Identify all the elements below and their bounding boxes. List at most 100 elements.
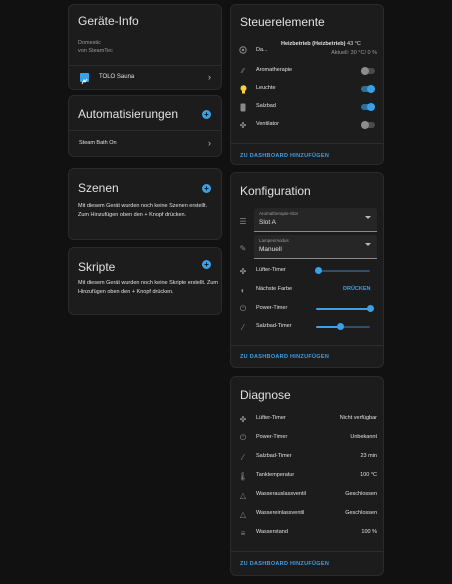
configuration-card: Konfiguration ☰ Aromatherapie-Slot Slot … xyxy=(230,172,384,368)
chevron-right-icon: › xyxy=(208,138,211,148)
lamp-mode-select[interactable]: Lampenmodus Manuell xyxy=(254,235,377,259)
slider-label: Salzbad-Timer xyxy=(256,323,292,329)
power-timer-row: ⏻ Power-Timer xyxy=(231,302,383,316)
ventilator-toggle[interactable] xyxy=(361,121,375,129)
salt-bath-timer-slider[interactable] xyxy=(316,323,370,330)
water-outlet-icon: △ xyxy=(239,490,247,500)
toggle-label: Ventilator xyxy=(256,121,279,127)
device-page: Geräte-Info Domestic von SteamTec TOLO S… xyxy=(62,0,390,584)
diagnosis-row[interactable]: ≡ Wasserstand 100 % xyxy=(231,526,383,540)
climate-row[interactable]: Da... Heizbetrieb (Heizbetrieb) 43 °C Ak… xyxy=(231,39,383,61)
automation-item[interactable]: Steam Bath On › xyxy=(69,131,221,156)
salzbad-toggle[interactable] xyxy=(361,103,375,111)
diagnosis-label: Wasserstand xyxy=(256,529,288,535)
automations-card: Automatisierungen + Steam Bath On › xyxy=(68,95,222,157)
automations-title: Automatisierungen xyxy=(78,107,179,121)
toggle-row-salzbad: Salzbad xyxy=(231,99,383,115)
aromatherapy-slot-select[interactable]: Aromatherapie-Slot Slot A xyxy=(254,208,377,232)
toggle-label: Leuchte xyxy=(256,85,276,91)
list-icon: ☰ xyxy=(239,216,247,226)
scenes-description: Mit diesem Gerät wurden noch keine Szene… xyxy=(78,203,208,218)
select-caption: Lampenmodus xyxy=(259,238,289,243)
power-icon: ⏻ xyxy=(239,304,247,313)
chevron-down-icon xyxy=(365,216,371,219)
select-value: Manuell xyxy=(259,246,282,253)
device-manufacturer: von SteamTec xyxy=(78,48,113,54)
automation-item-label: Steam Bath On xyxy=(79,140,117,146)
diagnosis-row[interactable]: △ Wasserauslassventil Geschlossen xyxy=(231,488,383,502)
aromatherapie-toggle[interactable] xyxy=(361,67,375,75)
device-link-row[interactable]: TOLO Sauna › xyxy=(69,66,221,89)
water-inlet-icon: △ xyxy=(239,509,247,519)
configuration-title: Konfiguration xyxy=(240,184,311,198)
toggle-label: Aromatherapie xyxy=(256,67,293,73)
add-script-button[interactable]: + xyxy=(202,260,211,269)
lamp-mode-icon: ✎ xyxy=(239,243,247,253)
device-model: Domestic xyxy=(78,40,101,46)
divider xyxy=(231,143,383,144)
diagnosis-value: Unbekannt xyxy=(350,434,377,440)
salt-bath-icon: ⁄ xyxy=(242,322,244,332)
fan-icon: ✤ xyxy=(239,266,247,276)
chevron-down-icon xyxy=(365,243,371,246)
diagnosis-row[interactable]: ⏻ Power-Timer Unbekannt xyxy=(231,431,383,445)
power-timer-slider[interactable] xyxy=(316,305,374,312)
sauna-device-icon xyxy=(80,73,89,85)
divider xyxy=(231,551,383,552)
select-caption: Aromatherapie-Slot xyxy=(259,211,298,216)
select-value: Slot A xyxy=(259,219,276,226)
diagnosis-label: Salzbad-Timer xyxy=(256,453,292,459)
toggle-row-aromatherapie: ⁄⁄ Aromatherapie xyxy=(231,63,383,79)
salt-bath-icon: ⁄ xyxy=(242,452,244,462)
thermostat-icon xyxy=(238,45,248,55)
toggle-row-leuchte: Leuchte xyxy=(231,81,383,97)
scripts-description: Mit diesem Gerät wurden noch keine Skrip… xyxy=(78,280,219,295)
controls-card: Steuerelemente Da... Heizbetrieb (Heizbe… xyxy=(230,4,384,165)
palette-icon: ◐ xyxy=(240,285,246,295)
slider-label: Power-Timer xyxy=(256,305,288,311)
scenes-card: Szenen + Mit diesem Gerät wurden noch ke… xyxy=(68,168,222,240)
add-scene-button[interactable]: + xyxy=(202,184,211,193)
device-name: TOLO Sauna xyxy=(99,74,135,80)
diagnosis-row[interactable]: ✤ Lüfter-Timer Nicht verfügbar xyxy=(231,412,383,426)
leuchte-toggle[interactable] xyxy=(361,85,375,93)
scripts-title: Skripte xyxy=(78,260,116,274)
toggle-row-ventilator: ✤ Ventilator xyxy=(231,117,383,133)
climate-state: Heizbetrieb (Heizbetrieb) 43 °C xyxy=(281,41,361,47)
climate-current: Aktuell: 30 °C/ 0 % xyxy=(331,50,377,56)
fan-timer-slider[interactable] xyxy=(315,267,370,274)
diagnosis-title: Diagnose xyxy=(240,388,291,402)
climate-label: Da... xyxy=(256,47,268,53)
diagnosis-row[interactable]: △ Wassereinlassventil Geschlossen xyxy=(231,507,383,521)
controls-title: Steuerelemente xyxy=(240,15,325,29)
toggle-label: Salzbad xyxy=(256,103,276,109)
diagnosis-row[interactable]: 🌡︎ Tanktemperatur 100 °C xyxy=(231,469,383,483)
diagnosis-card: Diagnose ✤ Lüfter-Timer Nicht verfügbar … xyxy=(230,376,384,576)
climate-state-text: Heizbetrieb (Heizbetrieb) xyxy=(281,41,346,47)
thermometer-icon: 🌡︎ xyxy=(237,471,249,481)
water-level-icon: ≡ xyxy=(240,528,246,538)
add-to-dashboard-link[interactable]: ZU DASHBOARD HINZUFÜGEN xyxy=(240,561,329,567)
next-color-label: Nächste Farbe xyxy=(256,286,293,292)
fan-icon: ✤ xyxy=(239,120,247,130)
diagnosis-label: Wasserauslassventil xyxy=(256,491,306,497)
device-info-card: Geräte-Info Domestic von SteamTec TOLO S… xyxy=(68,4,222,90)
diagnosis-label: Lüfter-Timer xyxy=(256,415,286,421)
diagnosis-label: Wassereinlassventil xyxy=(256,510,305,516)
add-to-dashboard-link[interactable]: ZU DASHBOARD HINZUFÜGEN xyxy=(240,153,329,159)
aroma-icon: ⁄⁄ xyxy=(241,67,245,75)
diagnosis-row[interactable]: ⁄ Salzbad-Timer 23 min xyxy=(231,450,383,464)
device-info-title: Geräte-Info xyxy=(78,14,139,28)
climate-target: 43 °C xyxy=(347,41,361,47)
diagnosis-value: 100 % xyxy=(361,529,377,535)
diagnosis-label: Tanktemperatur xyxy=(256,472,295,478)
press-button[interactable]: DRÜCKEN xyxy=(343,286,371,292)
fan-icon: ✤ xyxy=(239,414,247,424)
diagnosis-value: 100 °C xyxy=(360,472,377,478)
scenes-title: Szenen xyxy=(78,181,119,195)
salt-bath-icon xyxy=(238,102,248,112)
add-automation-button[interactable]: + xyxy=(202,110,211,119)
add-to-dashboard-link[interactable]: ZU DASHBOARD HINZUFÜGEN xyxy=(240,354,329,360)
divider xyxy=(231,345,383,346)
fan-timer-row: ✤ Lüfter-Timer xyxy=(231,264,383,278)
